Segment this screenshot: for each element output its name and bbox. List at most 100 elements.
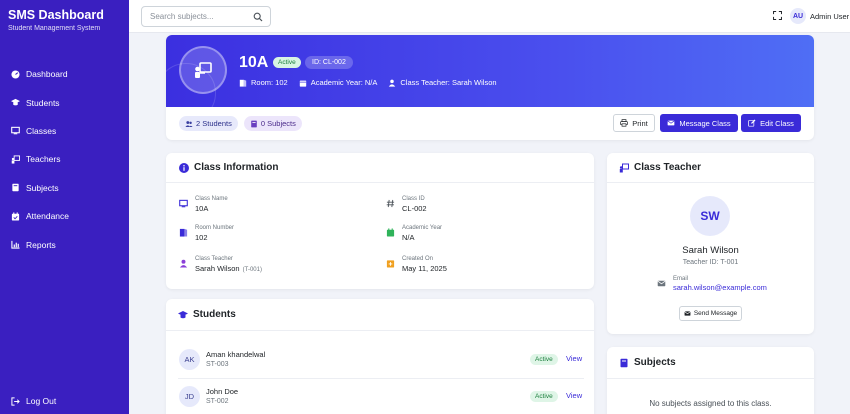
user-name[interactable]: Admin User	[810, 12, 849, 21]
status-badge: Active	[530, 354, 558, 365]
subjects-card: Subjects No subjects assigned to this cl…	[607, 347, 814, 414]
logout-button[interactable]: Log Out	[11, 396, 56, 406]
app-title: SMS Dashboard	[8, 8, 104, 22]
info-circle-icon	[179, 162, 189, 173]
envelope-icon	[684, 311, 691, 316]
info-label: Class Name	[195, 196, 228, 202]
students-title: Students	[178, 309, 236, 320]
class-id-badge: ID: CL-002	[305, 56, 353, 69]
card-divider	[607, 378, 814, 379]
edit-class-button[interactable]: Edit Class	[741, 114, 801, 132]
user-icon	[389, 79, 396, 87]
status-badge: Active	[273, 57, 301, 68]
meta-teacher-text: Class Teacher: Sarah Wilson	[400, 78, 497, 87]
card-divider	[166, 182, 594, 183]
info-label: Academic Year	[402, 225, 443, 231]
student-name: Aman khandelwal	[206, 350, 266, 359]
print-icon	[620, 119, 629, 127]
print-button[interactable]: Print	[613, 114, 655, 132]
sidebar-item-subjects[interactable]: Subjects	[0, 174, 129, 202]
subjects-count-chip: 0 Subjects	[243, 116, 302, 131]
chalkboard-teacher-icon	[195, 62, 212, 78]
card-divider	[166, 330, 594, 331]
sidebar-item-label: Subjects	[26, 182, 59, 193]
card-title-text: Subjects	[634, 357, 676, 368]
sidebar-item-students[interactable]: Students	[0, 88, 129, 116]
class-header-banner: 10A Active ID: CL-002 Room: 102 Academic…	[166, 35, 814, 123]
sidebar-item-teachers[interactable]: Teachers	[0, 145, 129, 173]
sidebar-item-label: Reports	[26, 239, 56, 250]
subjects-title: Subjects	[619, 357, 676, 368]
edit-icon	[748, 119, 756, 127]
student-id: ST-003	[206, 361, 229, 368]
book-icon	[251, 120, 257, 127]
info-created-on: Created On May 11, 2025	[386, 255, 447, 274]
info-value: 102	[195, 233, 208, 242]
print-button-label: Print	[632, 118, 648, 128]
calendar-check-icon	[11, 212, 20, 221]
send-message-label: Send Message	[693, 310, 738, 317]
sidebar-item-classes[interactable]: Classes	[0, 117, 129, 145]
meta-teacher: Class Teacher: Sarah Wilson	[388, 78, 497, 87]
info-value: CL-002	[402, 204, 427, 213]
info-class-id: Class ID CL-002	[386, 195, 427, 214]
teacher-email: Email sarah.wilson@example.com	[657, 275, 767, 293]
calendar-icon	[299, 80, 306, 87]
empty-state-text: No subjects assigned to this class.	[649, 399, 772, 408]
class-teacher-card: Class Teacher SW Sarah Wilson Teacher ID…	[607, 153, 814, 334]
info-label: Class ID	[402, 196, 425, 202]
student-name: John Doe	[206, 387, 239, 396]
view-student-link[interactable]: View	[566, 391, 582, 400]
info-class-teacher: Class Teacher Sarah Wilson (T-001)	[179, 255, 262, 276]
class-name-title: 10A	[239, 54, 269, 71]
envelope-icon	[667, 120, 675, 126]
meta-room: Room: 102	[239, 78, 288, 87]
sidebar-item-label: Dashboard	[26, 69, 68, 80]
user-avatar[interactable]: AU	[790, 8, 806, 24]
class-teacher-title: Class Teacher	[619, 162, 701, 173]
chalkboard-icon	[179, 199, 188, 208]
message-class-label: Message Class	[679, 118, 731, 128]
calendar-plus-icon	[386, 260, 395, 268]
app-subtitle: Student Management System	[8, 25, 101, 32]
sidebar-item-label: Attendance	[26, 211, 70, 222]
search-icon[interactable]	[253, 12, 263, 22]
class-information-title: Class Information	[179, 162, 278, 173]
info-value: N/A	[402, 233, 415, 242]
teacher-code: (T-001)	[242, 267, 262, 273]
sidebar-item-dashboard[interactable]: Dashboard	[0, 60, 129, 88]
search-input[interactable]	[150, 12, 250, 21]
students-count-text: 2 Students	[196, 119, 232, 128]
sidebar-item-label: Classes	[26, 125, 57, 136]
sign-out-icon	[11, 396, 20, 406]
calendar-icon	[386, 228, 395, 237]
class-avatar	[179, 46, 227, 94]
book-icon	[620, 358, 628, 367]
fullscreen-icon[interactable]	[773, 11, 782, 20]
info-value: May 11, 2025	[402, 264, 447, 273]
envelope-icon	[657, 280, 666, 287]
card-title-text: Class Teacher	[634, 162, 702, 173]
class-meta: Room: 102 Academic Year: N/A Class Teach…	[239, 78, 508, 87]
message-class-button[interactable]: Message Class	[660, 114, 738, 132]
email-link[interactable]: sarah.wilson@example.com	[673, 283, 767, 293]
info-label: Created On	[402, 256, 434, 262]
hashtag-icon	[386, 199, 395, 208]
chalkboard-teacher-icon	[619, 163, 629, 172]
sidebar-item-reports[interactable]: Reports	[0, 230, 129, 258]
teacher-name: Sarah Wilson	[682, 245, 739, 256]
student-id: ST-002	[206, 398, 229, 405]
info-value: 10A	[195, 204, 209, 213]
table-row: AK Aman khandelwal ST-003 Active View	[178, 349, 584, 379]
meta-year: Academic Year: N/A	[299, 78, 377, 87]
meta-room-text: Room: 102	[251, 78, 288, 87]
info-room-number: Room Number 102	[179, 224, 234, 243]
dashboard-icon	[11, 70, 20, 79]
students-count-chip: 2 Students	[179, 116, 238, 131]
teacher-name: Sarah Wilson	[195, 264, 240, 273]
send-message-button[interactable]: Send Message	[679, 306, 742, 321]
sidebar-item-attendance[interactable]: Attendance	[0, 202, 129, 230]
info-value: Sarah Wilson (T-001)	[195, 263, 262, 276]
users-icon	[185, 120, 193, 127]
view-student-link[interactable]: View	[566, 354, 582, 363]
